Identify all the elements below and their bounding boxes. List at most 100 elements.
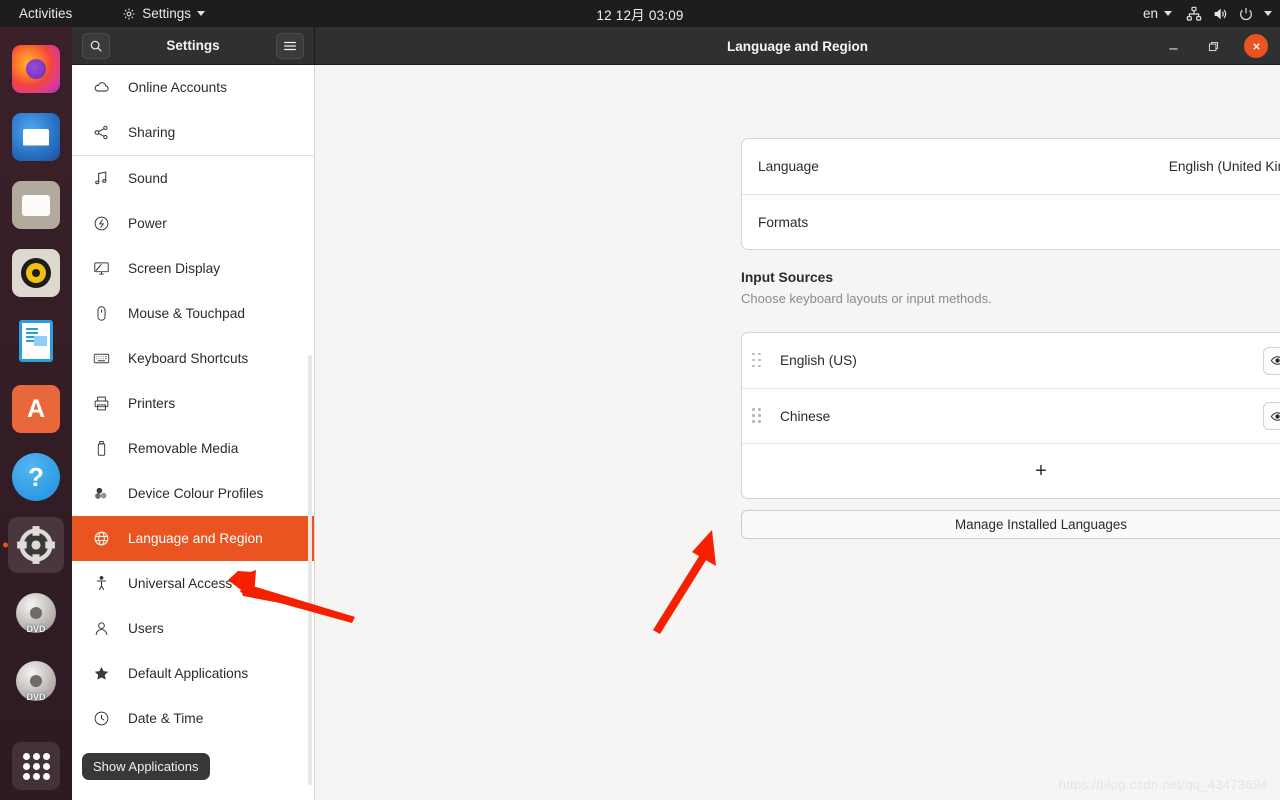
sidebar-item-label: Date & Time bbox=[128, 711, 204, 726]
mouse-icon bbox=[92, 305, 110, 323]
hamburger-menu-icon bbox=[283, 40, 297, 52]
dvd-disc-icon: DVD bbox=[12, 589, 60, 637]
settings-window: Settings Language and Region Online Acco… bbox=[72, 26, 1280, 800]
drag-handle-icon[interactable] bbox=[750, 352, 764, 370]
show-applications-tooltip: Show Applications bbox=[82, 753, 210, 780]
share-icon bbox=[92, 124, 110, 142]
sidebar-item-screen-display[interactable]: Screen Display bbox=[72, 246, 314, 291]
chevron-down-icon bbox=[197, 11, 206, 16]
gear-icon bbox=[122, 7, 136, 21]
sidebar-header-title: Settings bbox=[166, 38, 220, 53]
eye-icon bbox=[1270, 353, 1280, 368]
dock-item-firefox[interactable] bbox=[0, 35, 72, 103]
settings-sidebar[interactable]: Online Accounts Sharing Sound Power Scre… bbox=[72, 65, 315, 800]
search-button[interactable] bbox=[82, 32, 110, 59]
sidebar-item-label: Keyboard Shortcuts bbox=[128, 351, 249, 366]
keyboard-layout-indicator[interactable]: en bbox=[1139, 3, 1176, 24]
sidebar-item-removable-media[interactable]: Removable Media bbox=[72, 426, 314, 471]
grid-dot bbox=[42, 772, 50, 780]
dock-item-ubuntu-software[interactable]: A bbox=[0, 375, 72, 443]
window-controls bbox=[1164, 27, 1268, 65]
accessibility-icon bbox=[92, 575, 110, 593]
add-input-source-button[interactable]: + bbox=[742, 443, 1280, 498]
close-button[interactable] bbox=[1244, 34, 1268, 58]
sidebar-header: Settings bbox=[72, 26, 315, 65]
sidebar-item-language-and-region[interactable]: Language and Region bbox=[72, 516, 314, 561]
thunderbird-icon bbox=[12, 113, 60, 161]
grid-dot bbox=[42, 762, 50, 770]
sidebar-item-date-and-time[interactable]: Date & Time bbox=[72, 696, 314, 741]
maximize-button[interactable] bbox=[1204, 37, 1222, 55]
sidebar-item-power[interactable]: Power bbox=[72, 201, 314, 246]
sidebar-item-mouse-touchpad[interactable]: Mouse & Touchpad bbox=[72, 291, 314, 336]
input-source-row[interactable]: Chinese bbox=[742, 388, 1280, 443]
dock-item-dvd-2[interactable]: DVD bbox=[0, 647, 72, 715]
main-menu-button[interactable] bbox=[275, 32, 304, 59]
grid-dot bbox=[22, 762, 30, 770]
input-sources-title: Input Sources bbox=[741, 270, 833, 285]
input-sources-list: English (US) Chinese + bbox=[741, 332, 1280, 499]
manage-installed-languages-label: Manage Installed Languages bbox=[955, 517, 1127, 532]
input-source-row[interactable]: English (US) bbox=[742, 333, 1280, 388]
network-wired-icon[interactable] bbox=[1186, 6, 1202, 22]
formats-row[interactable]: Formats China bbox=[742, 194, 1280, 249]
sidebar-scrollbar[interactable] bbox=[308, 355, 312, 785]
window-body: Online Accounts Sharing Sound Power Scre… bbox=[72, 65, 1280, 800]
sidebar-item-device-colour-profiles[interactable]: Device Colour Profiles bbox=[72, 471, 314, 516]
grid-dot bbox=[32, 752, 40, 760]
settings-gear-icon bbox=[12, 521, 60, 569]
preview-layout-button[interactable] bbox=[1263, 346, 1280, 375]
help-icon: ? bbox=[12, 453, 60, 501]
sidebar-item-printers[interactable]: Printers bbox=[72, 381, 314, 426]
globe-icon bbox=[92, 530, 110, 548]
clock[interactable]: 12 12月 03:09 bbox=[596, 4, 683, 24]
libreoffice-writer-icon bbox=[12, 317, 60, 365]
drag-handle-icon[interactable] bbox=[750, 407, 764, 425]
sidebar-item-sound[interactable]: Sound bbox=[72, 156, 314, 201]
activities-label: Activities bbox=[19, 6, 73, 21]
dvd-disc-icon: DVD bbox=[12, 657, 60, 705]
dock-item-dvd-1[interactable]: DVD bbox=[0, 579, 72, 647]
sidebar-item-users[interactable]: Users bbox=[72, 606, 314, 651]
printer-icon bbox=[92, 395, 110, 413]
dock-item-help[interactable]: ? bbox=[0, 443, 72, 511]
power-icon bbox=[92, 215, 110, 233]
window-titlebar: Settings Language and Region bbox=[72, 26, 1280, 65]
sidebar-item-default-applications[interactable]: Default Applications bbox=[72, 651, 314, 696]
sidebar-item-universal-access[interactable]: Universal Access bbox=[72, 561, 314, 606]
music-note-icon bbox=[92, 170, 110, 188]
language-row[interactable]: Language English (United Kingdom) bbox=[742, 139, 1280, 194]
volume-icon[interactable] bbox=[1212, 6, 1228, 22]
preview-layout-button[interactable] bbox=[1263, 402, 1280, 430]
sidebar-item-keyboard-shortcuts[interactable]: Keyboard Shortcuts bbox=[72, 336, 314, 381]
language-label: Language bbox=[758, 159, 819, 174]
show-applications-button[interactable] bbox=[12, 742, 60, 790]
dock-item-thunderbird[interactable] bbox=[0, 103, 72, 171]
gnome-top-bar: Activities Settings 12 12月 03:09 en bbox=[0, 0, 1280, 27]
sidebar-item-label: Users bbox=[128, 621, 164, 636]
sidebar-item-label: Removable Media bbox=[128, 441, 239, 456]
clock-icon bbox=[92, 710, 110, 728]
chevron-down-icon[interactable] bbox=[1264, 11, 1272, 16]
manage-installed-languages-button[interactable]: Manage Installed Languages bbox=[741, 510, 1280, 539]
keyboard-icon bbox=[92, 350, 110, 368]
dock-item-rhythmbox[interactable] bbox=[0, 239, 72, 307]
grid-dot bbox=[22, 752, 30, 760]
power-icon[interactable] bbox=[1238, 6, 1254, 22]
sidebar-item-sharing[interactable]: Sharing bbox=[72, 110, 314, 155]
cloud-icon bbox=[92, 79, 110, 97]
star-icon bbox=[92, 665, 110, 683]
color-profile-icon bbox=[92, 485, 110, 503]
input-source-name: English (US) bbox=[780, 353, 857, 368]
sidebar-item-online-accounts[interactable]: Online Accounts bbox=[72, 65, 314, 110]
firefox-icon bbox=[12, 45, 60, 93]
app-menu-button[interactable]: Settings bbox=[113, 3, 214, 24]
dock-item-libreoffice-writer[interactable] bbox=[0, 307, 72, 375]
app-menu-label: Settings bbox=[142, 6, 192, 21]
grid-dot bbox=[42, 752, 50, 760]
activities-button[interactable]: Activities bbox=[10, 3, 81, 24]
minimize-button[interactable] bbox=[1164, 37, 1182, 55]
dock-item-files[interactable] bbox=[0, 171, 72, 239]
sidebar-item-label: Printers bbox=[128, 396, 176, 411]
dock-item-settings[interactable] bbox=[0, 511, 72, 579]
